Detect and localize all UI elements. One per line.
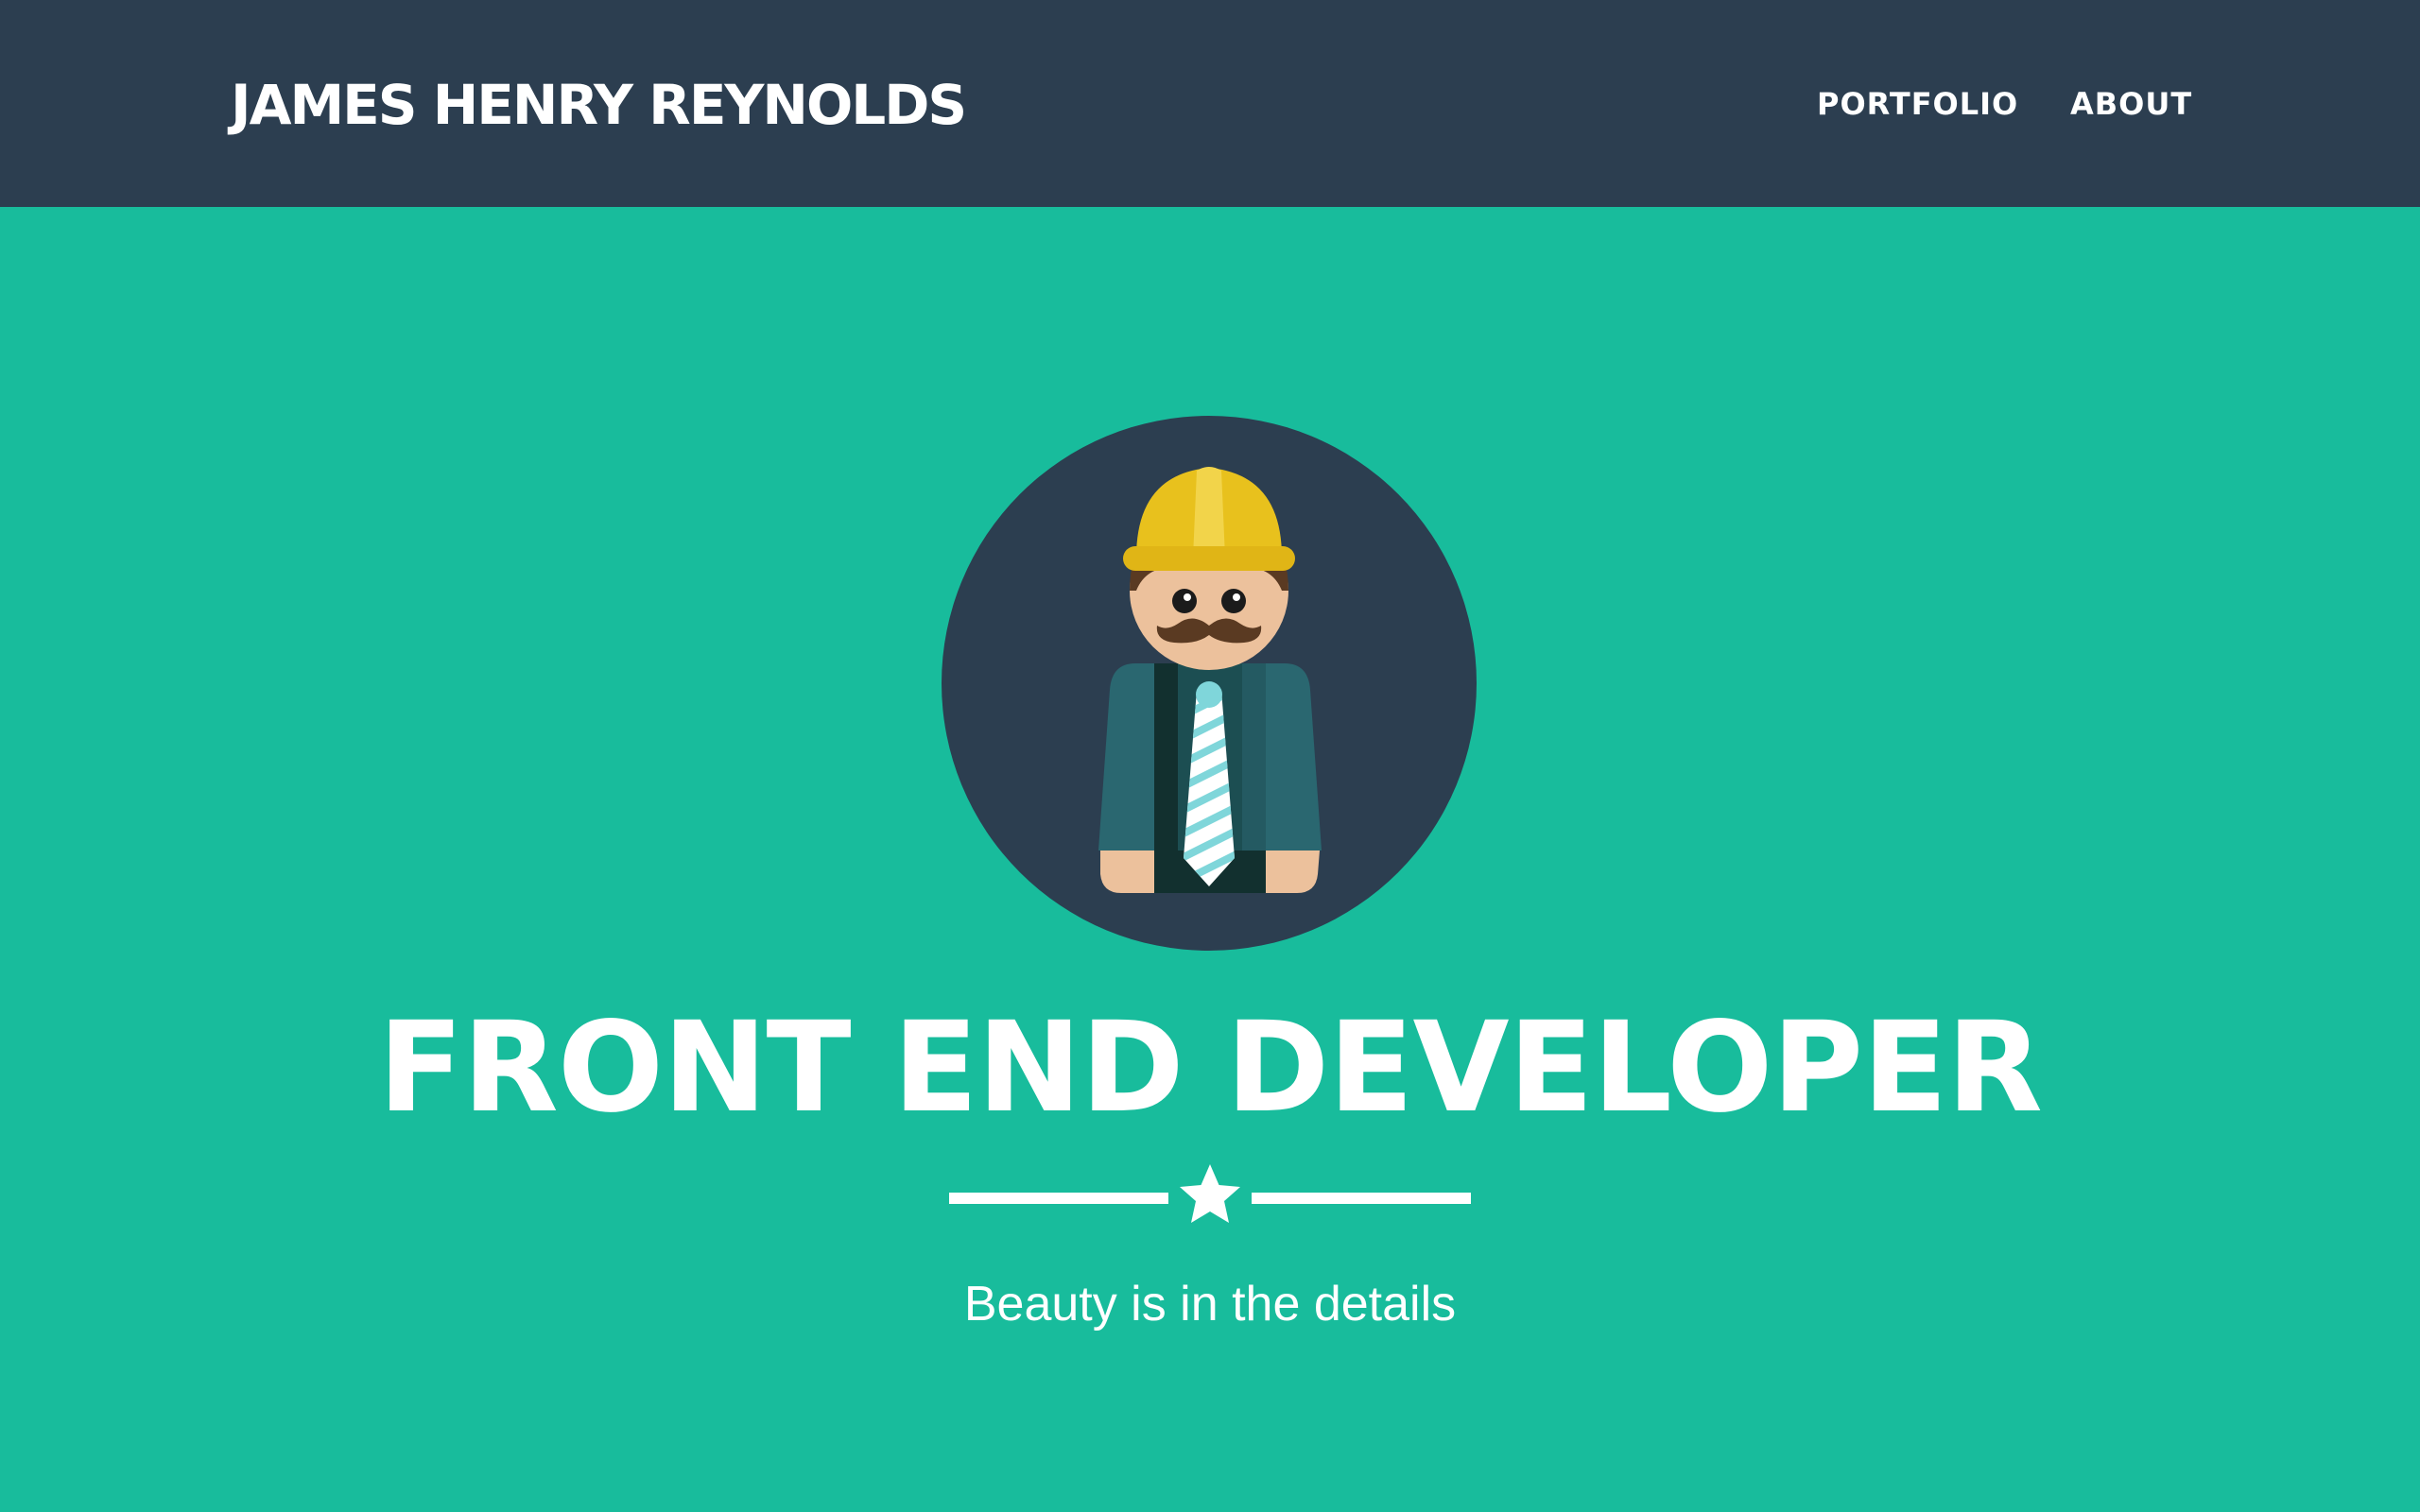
nav-link-portfolio[interactable]: PORTFOLIO	[1817, 85, 2018, 123]
tagline: Beauty is in the details	[963, 1277, 1457, 1332]
star-icon	[1180, 1164, 1240, 1223]
nav-link-about[interactable]: ABOUT	[2070, 85, 2192, 123]
page-headline: FRONT END DEVELOPER	[378, 995, 2043, 1141]
developer-avatar-icon	[942, 416, 1477, 951]
brand-link[interactable]: JAMES HENRY REYNOLDS	[231, 72, 967, 138]
star-divider	[949, 1164, 1471, 1223]
navbar: JAMES HENRY REYNOLDS PORTFOLIO ABOUT	[0, 0, 2420, 207]
